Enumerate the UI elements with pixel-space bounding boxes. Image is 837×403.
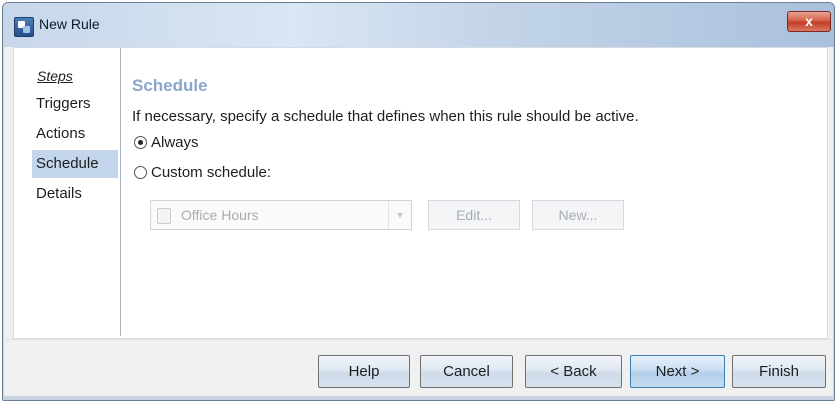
schedule-select-value: Office Hours xyxy=(181,207,259,223)
cancel-button[interactable]: Cancel xyxy=(420,355,513,388)
always-label: Always xyxy=(151,134,199,151)
window-title: New Rule xyxy=(39,16,100,32)
help-button[interactable]: Help xyxy=(318,355,410,388)
title-bar[interactable]: New Rule x xyxy=(3,3,834,47)
back-button[interactable]: < Back xyxy=(525,355,622,388)
steps-sidebar: Steps Triggers Actions Schedule Details xyxy=(14,48,121,336)
finish-button[interactable]: Finish xyxy=(732,355,826,388)
step-schedule[interactable]: Schedule xyxy=(32,150,118,178)
app-icon xyxy=(14,17,34,37)
section-title: Schedule xyxy=(132,76,208,95)
schedule-icon xyxy=(157,208,171,224)
custom-schedule-option[interactable]: Custom schedule: xyxy=(134,164,271,181)
close-button[interactable]: x xyxy=(787,11,831,32)
step-triggers[interactable]: Triggers xyxy=(32,90,118,118)
schedule-select[interactable]: Office Hours ▼ xyxy=(150,200,412,230)
steps-heading: Steps xyxy=(37,68,73,84)
new-rule-dialog: New Rule x Steps Triggers Actions Schedu… xyxy=(2,2,835,401)
footer-divider xyxy=(3,339,834,340)
step-details[interactable]: Details xyxy=(32,180,118,208)
radio-unselected-icon[interactable] xyxy=(134,166,147,179)
edit-schedule-button[interactable]: Edit... xyxy=(428,200,520,230)
schedule-panel: Schedule If necessary, specify a schedul… xyxy=(132,48,822,336)
window-bottom-edge xyxy=(3,396,834,400)
new-schedule-button[interactable]: New... xyxy=(532,200,624,230)
dialog-body: Steps Triggers Actions Schedule Details … xyxy=(13,47,828,339)
step-actions[interactable]: Actions xyxy=(32,120,118,148)
next-button[interactable]: Next > xyxy=(630,355,725,388)
schedule-description: If necessary, specify a schedule that de… xyxy=(132,108,639,125)
always-option[interactable]: Always xyxy=(134,134,199,151)
chevron-down-icon[interactable]: ▼ xyxy=(388,201,411,229)
radio-selected-icon[interactable] xyxy=(134,136,147,149)
custom-schedule-label: Custom schedule: xyxy=(151,164,272,181)
